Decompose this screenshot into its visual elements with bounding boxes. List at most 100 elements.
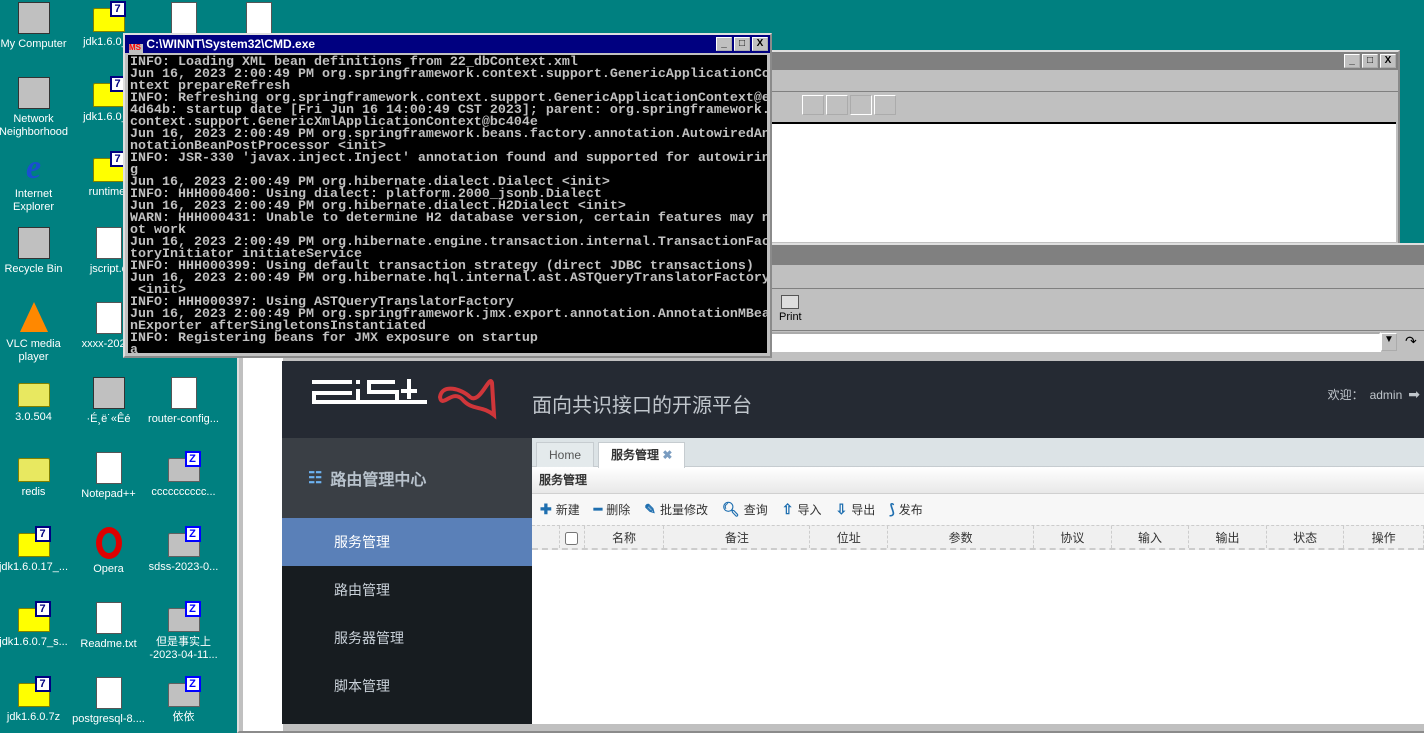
desktop-icon[interactable]: Opera: [71, 527, 146, 576]
download-icon: ⇩: [835, 501, 848, 517]
address-dropdown-button[interactable]: ▼: [1381, 333, 1397, 351]
view-list-button[interactable]: [850, 95, 872, 115]
desktop-icon[interactable]: Zsdss-2023-0...: [146, 526, 221, 574]
web-app: 面向共识接口的开源平台 欢迎： admin ➡ ☷ 路由管理中心 服务管理 路由…: [282, 361, 1424, 724]
desktop-icon-label: Internet Explorer: [13, 188, 54, 213]
desktop-icon[interactable]: e Internet Explorer: [0, 151, 71, 214]
notepad-icon: [95, 452, 122, 484]
select-all-checkbox[interactable]: [565, 532, 579, 545]
shortcut-app-icon: [92, 377, 125, 409]
minimize-button[interactable]: _: [716, 37, 732, 51]
toolbar: ✚ 新建 ━ 删除 ✎ 批量修改 🔍︎ 查询 ⇧ 导入 ⇩ 导出 ⟆ 发布: [532, 494, 1424, 525]
column-header[interactable]: 操作: [1344, 526, 1424, 548]
cmd-window[interactable]: MS C:\WINNT\System32\CMD.exe _ □ X INFO: L…: [123, 33, 772, 358]
desktop-icon[interactable]: Recycle Bin: [0, 227, 71, 276]
tab-home[interactable]: Home: [536, 442, 595, 467]
desktop-icon-label: 但是事实上 -2023-04-11...: [149, 636, 218, 661]
toolbar-button[interactable]: ✚ 新建: [540, 501, 580, 518]
view-details-button[interactable]: [874, 95, 896, 115]
vlc-icon: [18, 302, 50, 334]
toolbar-button[interactable]: ✎ 批量修改: [644, 501, 708, 518]
menu-bar: [702, 70, 1398, 92]
toolbar-button[interactable]: ⟆ 发布: [889, 501, 922, 518]
sidebar-item-route-management[interactable]: 路由管理: [282, 566, 532, 614]
desktop-icon-label: Recycle Bin: [4, 263, 63, 275]
column-header[interactable]: 协议: [1034, 526, 1112, 548]
slogan: 面向共识接口的开源平台: [532, 395, 752, 417]
sidebar-item-script-management[interactable]: 脚本管理: [282, 662, 532, 710]
close-button[interactable]: X: [752, 37, 768, 51]
username-link[interactable]: admin: [1370, 388, 1403, 402]
toolbar-button[interactable]: ⇩ 导出: [836, 501, 876, 518]
zip-folder-icon: Z: [167, 601, 201, 632]
desktop-icon[interactable]: Notepad++: [71, 452, 146, 501]
rss-icon: ⟆: [889, 501, 895, 517]
column-header[interactable]: 名称: [585, 526, 665, 548]
table-header: 名称 备注 位址 参数 协议 输入 输出 状态 操作: [532, 525, 1424, 550]
maximize-button[interactable]: □: [734, 37, 750, 51]
desktop-icon[interactable]: redis: [0, 452, 71, 499]
minimize-button[interactable]: _: [1344, 54, 1360, 68]
desktop-icon-label: Readme.txt: [80, 638, 137, 650]
desktop-icon[interactable]: ·É¸ë˙«Êé: [71, 377, 146, 426]
desktop-icon[interactable]: 3.0.504: [0, 377, 71, 424]
desktop-icon[interactable]: VLC media player: [0, 302, 71, 364]
column-header[interactable]: 输入: [1112, 526, 1190, 548]
column-header[interactable]: 状态: [1267, 526, 1345, 548]
column-header[interactable]: 输出: [1189, 526, 1267, 548]
logout-icon[interactable]: ➡: [1408, 386, 1420, 403]
close-button[interactable]: X: [1380, 54, 1396, 68]
desktop-icon-label: jdk1.6.0.17_...: [0, 561, 69, 573]
desktop-icon[interactable]: router-config...: [146, 377, 221, 426]
desktop-icon[interactable]: 7 jdk1.6.0.7z: [0, 676, 71, 724]
tab-bar: Home 服务管理 ✖: [532, 438, 1424, 468]
column-header[interactable]: 参数: [888, 526, 1035, 548]
toolbar-button[interactable]: ━ 删除: [594, 501, 630, 518]
desktop-icon[interactable]: postgresql-8....: [71, 677, 146, 726]
desktop-icon-label: redis: [21, 486, 46, 498]
computer-icon: [17, 2, 50, 34]
plus-icon: ✚: [540, 501, 552, 517]
print-button[interactable]: Print: [779, 295, 802, 323]
desktop-icon-label: Opera: [93, 563, 124, 575]
edit-icon: ✎: [644, 501, 656, 517]
background-window[interactable]: _ □ X: [700, 50, 1400, 246]
sidebar: ☷ 路由管理中心 服务管理 路由管理 服务器管理 脚本管理: [282, 438, 532, 724]
toolbar-button[interactable]: ⇧ 导入: [782, 501, 822, 518]
close-tab-icon[interactable]: ✖: [662, 448, 672, 462]
console-output[interactable]: INFO: Loading XML bean definitions from …: [128, 55, 767, 353]
desktop-icon-label: ·É¸ë˙«Êé: [86, 413, 131, 425]
desktop-icon[interactable]: Network Neighborhood: [0, 77, 71, 139]
go-icon[interactable]: ↷: [1405, 333, 1417, 350]
sidebar-item-service-management[interactable]: 服务管理: [282, 518, 532, 566]
column-header[interactable]: 备注: [664, 526, 811, 548]
window-title-bar[interactable]: _ □ X: [702, 52, 1398, 70]
desktop-icon[interactable]: Readme.txt: [71, 602, 146, 651]
desktop-icon[interactable]: Z 依依: [146, 676, 221, 724]
sitemap-icon: ☷: [308, 470, 323, 487]
7z-archive-icon: 7: [92, 1, 126, 32]
cmd-title-bar[interactable]: MS C:\WINNT\System32\CMD.exe _ □ X: [125, 35, 770, 58]
desktop-icon-label: sdss-2023-0...: [148, 561, 219, 573]
desktop-icon-label: 3.0.504: [15, 411, 52, 423]
toolbar-button[interactable]: 🔍︎ 查询: [722, 501, 768, 518]
column-header[interactable]: 位址: [810, 526, 888, 548]
script-file-icon: [95, 227, 122, 259]
sidebar-item-server-management[interactable]: 服务器管理: [282, 614, 532, 662]
desktop-icon[interactable]: Z 但是事实上 -2023-04-11...: [146, 601, 221, 662]
7z-archive-icon: 7: [17, 526, 51, 557]
desktop-icon[interactable]: My Computer: [0, 2, 71, 51]
desktop-icon[interactable]: 7 jdk1.6.0.7_s...: [0, 601, 71, 649]
view-large-icons-button[interactable]: [802, 95, 824, 115]
view-small-icons-button[interactable]: [826, 95, 848, 115]
desktop-icon[interactable]: 7 jdk1.6.0.17_...: [0, 526, 71, 574]
upload-icon: ⇧: [781, 501, 794, 517]
tab-service-management[interactable]: 服务管理 ✖: [598, 442, 686, 468]
text-file-icon: [95, 602, 122, 634]
desktop-icon-label: Network Neighborhood: [0, 113, 69, 138]
toolbar: [702, 92, 1398, 118]
desktop-icon-label: My Computer: [0, 38, 67, 50]
opera-icon: [93, 527, 125, 559]
maximize-button[interactable]: □: [1362, 54, 1378, 68]
desktop-icon[interactable]: Zcccccccccc...: [146, 451, 221, 499]
